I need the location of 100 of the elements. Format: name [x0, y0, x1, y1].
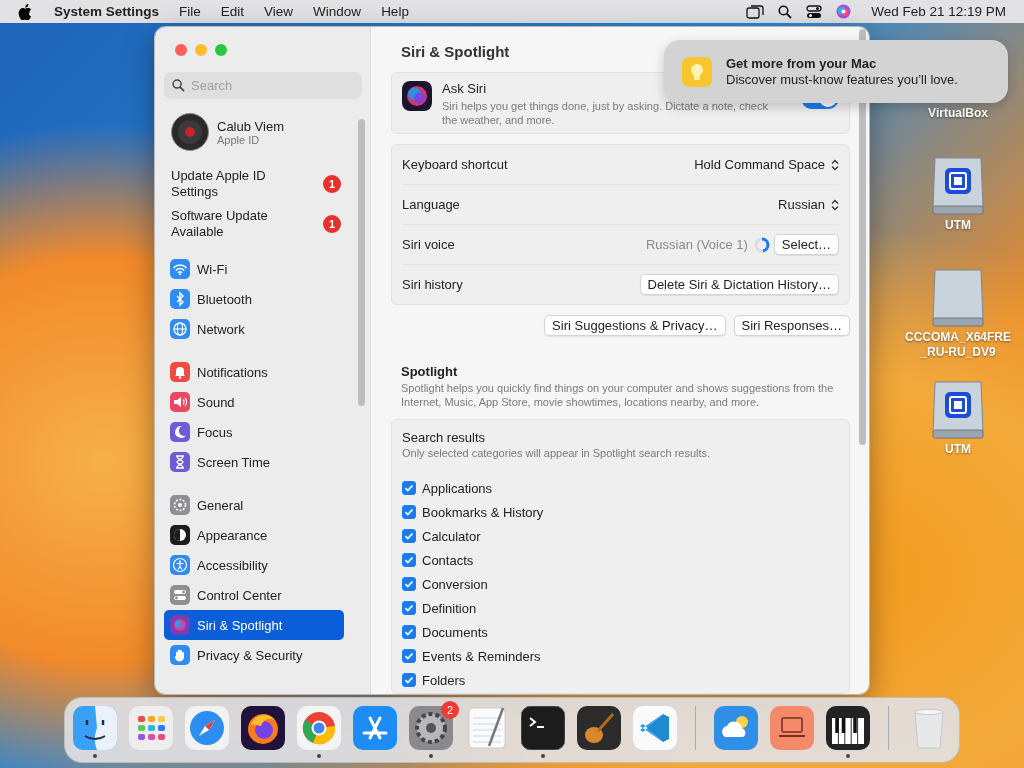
account-subtitle: Apple ID [217, 133, 261, 146]
checkbox[interactable] [402, 529, 416, 543]
desktop-icon-label[interactable]: VirtualBox [903, 106, 1013, 121]
fox-globe-icon[interactable] [241, 706, 285, 750]
sidebar-item[interactable]: Notifications [164, 357, 344, 387]
sidebar-item[interactable]: Focus [164, 417, 344, 447]
terminal-icon[interactable] [521, 706, 565, 750]
popup-menu[interactable]: Hold Command Space [694, 157, 839, 172]
sidebar-item[interactable]: Privacy & Security [164, 640, 344, 670]
checkmark-icon [404, 531, 414, 541]
checkmark-icon [404, 483, 414, 493]
menu-item[interactable]: Help [381, 4, 409, 19]
browser-icon[interactable] [297, 706, 341, 750]
setting-label: Siri voice [402, 237, 455, 252]
checkbox[interactable] [402, 649, 416, 663]
checkmark-icon [404, 675, 414, 685]
checkbox[interactable] [402, 625, 416, 639]
finder-icon[interactable] [73, 706, 117, 750]
checkbox-label[interactable]: Definition [422, 600, 477, 616]
piano-icon[interactable] [826, 706, 870, 750]
select-button[interactable]: Select… [773, 234, 839, 255]
siri-icon [402, 81, 432, 111]
progress-spinner-icon [753, 236, 770, 253]
settings-button[interactable]: Siri Suggestions & Privacy… [544, 315, 726, 336]
checkbox-label[interactable]: Documents [422, 624, 488, 640]
guitar-icon[interactable] [577, 706, 621, 750]
checkbox[interactable] [402, 553, 416, 567]
close-button[interactable] [175, 44, 187, 56]
checkbox-label[interactable]: Contacts [422, 552, 474, 568]
account-name[interactable]: Calub Viem [217, 118, 284, 134]
search-icon[interactable] [778, 4, 793, 19]
sidebar-item[interactable]: Network [164, 314, 344, 344]
sidebar-scrollbar[interactable] [358, 119, 365, 406]
notification-badge: 1 [323, 215, 341, 233]
checkbox-label[interactable]: Events & Reminders [422, 648, 541, 664]
checkbox-label[interactable]: Bookmarks & History [422, 504, 544, 520]
checkmark-icon [404, 507, 414, 517]
search-icon [172, 79, 185, 92]
apple-logo-icon[interactable] [18, 3, 32, 20]
checkmark-icon [404, 627, 414, 637]
setting-label: Language [402, 197, 460, 212]
delete-history-button[interactable]: Delete Siri & Dictation History… [639, 274, 839, 295]
checkbox[interactable] [402, 481, 416, 495]
app-grid-icon[interactable] [129, 706, 173, 750]
sidebar-item[interactable]: Screen Time [164, 447, 344, 477]
checkbox[interactable] [402, 601, 416, 615]
disk-image-icon[interactable] [929, 156, 987, 216]
gear-icon[interactable] [409, 706, 453, 750]
cloud-sun-icon[interactable] [714, 706, 758, 750]
alert-item[interactable]: Software Update Available [171, 208, 291, 240]
popup-menu[interactable]: Russian [778, 197, 839, 212]
checkbox[interactable] [402, 505, 416, 519]
notification-badge: 1 [323, 175, 341, 193]
checkmark-icon [404, 603, 414, 613]
app-menu[interactable]: System Settings [54, 4, 160, 19]
checkbox-label[interactable]: Conversion [422, 576, 488, 592]
alert-item[interactable]: Update Apple ID Settings [171, 168, 291, 200]
laptop-icon[interactable] [770, 706, 814, 750]
sidebar-item[interactable]: Bluetooth [164, 284, 344, 314]
compass-icon[interactable] [185, 706, 229, 750]
windows-icon[interactable] [746, 4, 765, 19]
group-description: Only selected categories will appear in Spotlight search results. [402, 446, 712, 460]
notepad-icon[interactable] [465, 706, 509, 750]
sidebar-item[interactable]: Wi-Fi [164, 254, 344, 284]
search-field[interactable]: Search [164, 72, 362, 99]
notification-badge: 2 [441, 701, 459, 719]
settings-button[interactable]: Siri Responses… [733, 315, 850, 336]
code-editor-icon[interactable] [633, 706, 677, 750]
sidebar-item[interactable]: Sound [164, 387, 344, 417]
menu-item[interactable]: File [179, 4, 201, 19]
setting-label: Ask Siri [442, 81, 488, 96]
siri-icon[interactable] [836, 4, 852, 19]
voice-value: Russian (Voice 1) [645, 237, 748, 252]
drive-icon[interactable] [929, 268, 987, 328]
avatar-icon[interactable] [171, 113, 209, 151]
setting-label: Keyboard shortcut [402, 157, 508, 172]
chevron-up-down-icon [831, 198, 839, 211]
notification-toast[interactable]: Get more from your Mac Discover must-know features you’ll love. [664, 40, 1008, 103]
checkbox-label[interactable]: Applications [422, 480, 493, 496]
sidebar-item[interactable]: Accessibility [164, 550, 344, 580]
sidebar-item[interactable]: General [164, 490, 344, 520]
sidebar-item[interactable]: Appearance [164, 520, 344, 550]
setting-label: Siri history [402, 277, 463, 292]
menu-item[interactable]: Edit [220, 4, 245, 19]
checkbox[interactable] [402, 577, 416, 591]
checkbox[interactable] [402, 673, 416, 687]
menu-bar-clock[interactable]: Wed Feb 21 12:19 PM [871, 4, 1006, 19]
checkmark-icon [404, 579, 414, 589]
sidebar-item[interactable]: Control Center [164, 580, 344, 610]
app-store-icon[interactable] [353, 706, 397, 750]
control-center-icon[interactable] [806, 4, 823, 19]
menu-item[interactable]: Window [313, 4, 362, 19]
disk-image-icon[interactable] [929, 380, 987, 440]
notification-body: Discover must-know features you’ll love. [726, 72, 958, 87]
menu-item[interactable]: View [264, 4, 294, 19]
checkbox-label[interactable]: Folders [422, 672, 466, 688]
section-description: Spotlight helps you quickly find things on your computer and shows suggestions from the Internet, Music, App Store, movie showtimes, locations nearby, and more. [401, 381, 835, 409]
sidebar-item[interactable]: Siri & Spotlight [164, 610, 344, 640]
checkmark-icon [404, 555, 414, 565]
checkbox-label[interactable]: Calculator [422, 528, 481, 544]
